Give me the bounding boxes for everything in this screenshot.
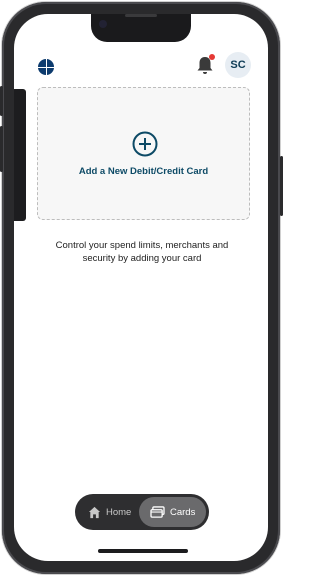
plus-circle-icon bbox=[132, 131, 158, 157]
avatar[interactable]: SC bbox=[225, 52, 251, 78]
helper-text: Control your spend limits, merchants and… bbox=[55, 240, 229, 264]
phone-side-button bbox=[280, 156, 283, 216]
app-screen: SC Add a New Debit/Credit Card Control y… bbox=[14, 14, 268, 561]
camera-icon bbox=[99, 20, 107, 28]
bottom-nav: Home Cards bbox=[75, 494, 209, 530]
app-logo-icon bbox=[38, 59, 55, 76]
notification-badge bbox=[209, 54, 215, 60]
home-indicator bbox=[98, 549, 188, 553]
add-card-label: Add a New Debit/Credit Card bbox=[78, 166, 209, 177]
notifications-button[interactable] bbox=[195, 54, 215, 76]
cards-icon bbox=[150, 505, 165, 518]
home-icon bbox=[88, 506, 101, 518]
phone-side-button bbox=[0, 126, 3, 172]
nav-home-tab[interactable]: Home bbox=[78, 506, 139, 519]
add-card-button[interactable]: Add a New Debit/Credit Card bbox=[37, 87, 250, 220]
phone-side-button bbox=[0, 86, 3, 116]
nav-cards-tab[interactable]: Cards bbox=[139, 497, 206, 527]
nav-cards-label: Cards bbox=[170, 506, 196, 518]
phone-notch bbox=[91, 14, 191, 42]
speaker-grille bbox=[125, 14, 157, 17]
side-panel-edge bbox=[14, 89, 26, 221]
nav-home-label: Home bbox=[106, 506, 132, 518]
